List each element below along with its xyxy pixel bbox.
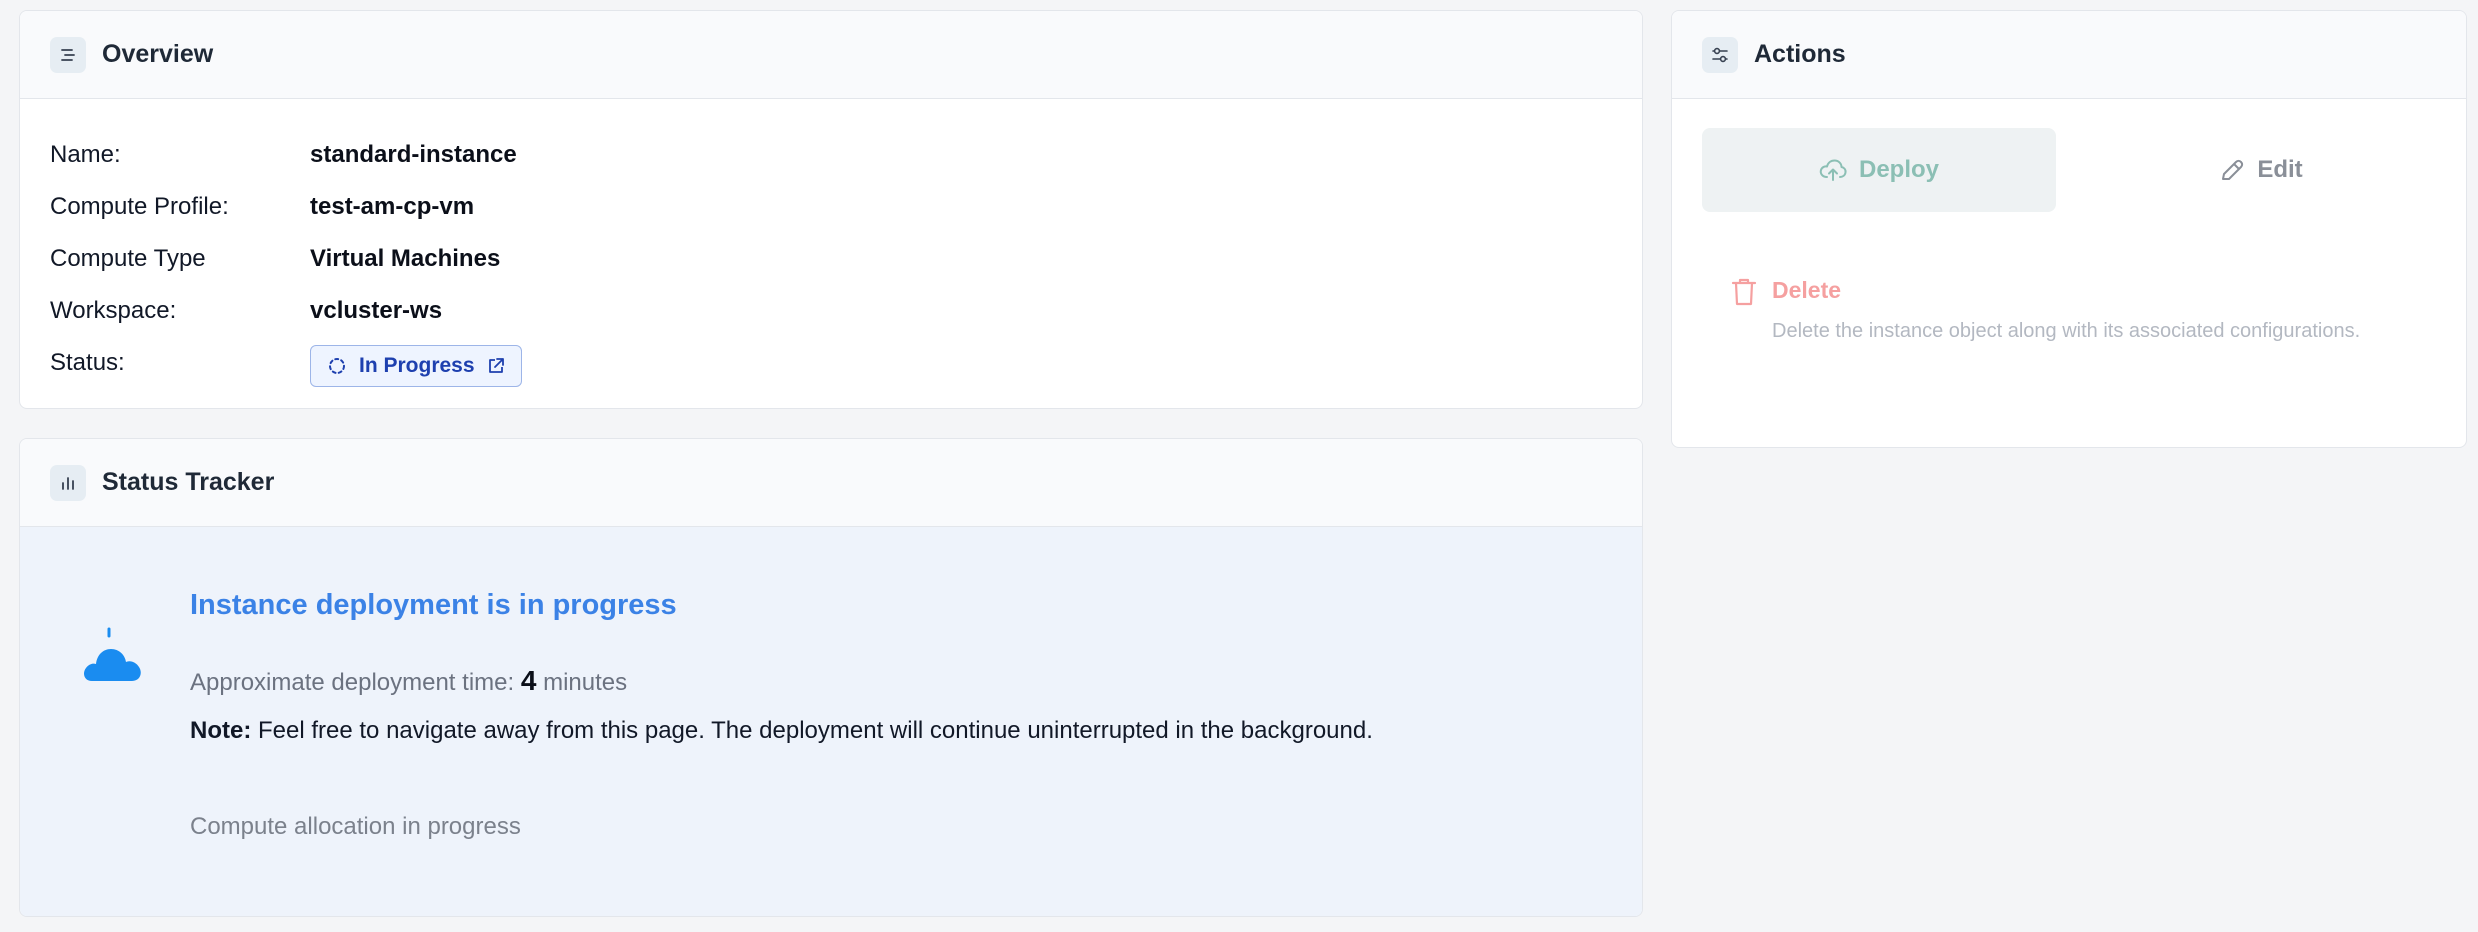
- deployment-note: Note: Feel free to navigate away from th…: [190, 717, 1373, 745]
- overview-fields: Name: standard-instance Compute Profile:…: [20, 99, 1642, 389]
- field-value: standard-instance: [310, 141, 517, 168]
- deployment-heading: Instance deployment is in progress: [190, 589, 677, 621]
- status-tracker-body: Instance deployment is in progress Appro…: [20, 527, 1642, 916]
- field-status: Status: In Progress: [50, 337, 1642, 389]
- status-tracker-title: Status Tracker: [102, 468, 275, 496]
- spinner-icon: [327, 356, 347, 376]
- field-compute-type: Compute Type Virtual Machines: [50, 233, 1642, 285]
- edit-label: Edit: [2257, 156, 2303, 183]
- bar-chart-icon: [50, 464, 86, 501]
- edit-button[interactable]: Edit: [2084, 128, 2438, 212]
- field-name: Name: standard-instance: [50, 129, 1642, 181]
- trash-icon: [1730, 277, 1758, 312]
- status-text: In Progress: [359, 354, 475, 377]
- pencil-icon: [2219, 157, 2245, 183]
- deployment-time-prefix: Approximate deployment time:: [190, 669, 515, 696]
- page: Overview Name: standard-instance Compute…: [0, 0, 2478, 932]
- field-label: Compute Profile:: [50, 193, 229, 220]
- overview-card: Overview Name: standard-instance Compute…: [19, 10, 1643, 409]
- cloud-icon: [82, 627, 144, 688]
- field-label: Name:: [50, 141, 121, 168]
- delete-label[interactable]: Delete: [1772, 277, 1841, 304]
- field-workspace: Workspace: vcluster-ws: [50, 285, 1642, 337]
- deployment-time-value: 4: [520, 665, 537, 696]
- field-compute-profile: Compute Profile: test-am-cp-vm: [50, 181, 1642, 233]
- cloud-upload-icon: [1819, 158, 1847, 182]
- field-label: Status:: [50, 349, 125, 376]
- deploy-button[interactable]: Deploy: [1702, 128, 2056, 212]
- deploy-label: Deploy: [1858, 156, 1939, 183]
- sliders-icon: [1702, 36, 1738, 73]
- field-value: test-am-cp-vm: [310, 193, 475, 220]
- status-badge[interactable]: In Progress: [310, 345, 522, 387]
- delete-description: Delete the instance object along with it…: [1772, 320, 2361, 342]
- current-step: Compute allocation in progress: [190, 813, 521, 840]
- actions-card: Actions Deploy Edit Delete Delete the in…: [1671, 10, 2467, 448]
- deployment-time: Approximate deployment time: 4 minutes: [190, 665, 627, 697]
- note-label: Note:: [190, 717, 252, 744]
- list-icon: [50, 36, 86, 73]
- status-tracker-card: Status Tracker Instance deployment is in…: [19, 438, 1643, 917]
- external-link-icon: [487, 357, 505, 375]
- actions-title: Actions: [1754, 40, 1846, 68]
- field-value: Virtual Machines: [310, 245, 501, 272]
- overview-title: Overview: [102, 40, 214, 68]
- field-value: vcluster-ws: [310, 297, 443, 324]
- note-text: Feel free to navigate away from this pag…: [258, 717, 1373, 744]
- field-label: Workspace:: [50, 297, 177, 324]
- actions-header: Actions: [1672, 11, 2466, 99]
- overview-header: Overview: [20, 11, 1642, 99]
- status-tracker-header: Status Tracker: [20, 439, 1642, 527]
- deployment-time-unit: minutes: [543, 669, 628, 696]
- field-label: Compute Type: [50, 245, 206, 272]
